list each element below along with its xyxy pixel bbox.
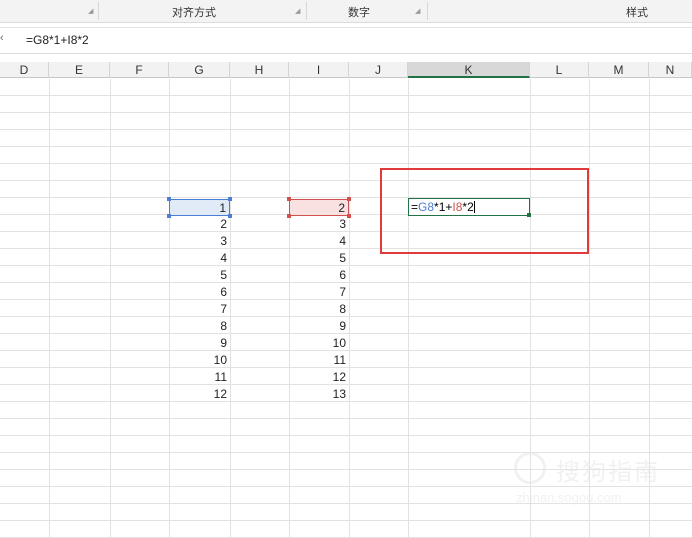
grid-line [0,435,692,436]
cell-g8[interactable]: 1 [169,199,230,216]
grid-line [0,520,692,521]
cell-i18[interactable]: 12 [289,369,349,386]
range-handle[interactable] [287,197,291,201]
sogou-logo-icon [514,452,546,484]
cell-g15[interactable]: 8 [169,318,230,335]
ribbon-group-number: 数字 [348,7,370,19]
ribbon-divider [98,2,99,20]
watermark-brand: 搜狗指南 [556,459,660,486]
cell-g12[interactable]: 5 [169,267,230,284]
grid-line [0,418,692,419]
formula-input[interactable]: =G8*1+I8*2 [26,33,89,47]
grid-line [0,163,692,164]
cell-g13[interactable]: 6 [169,284,230,301]
cell-i17[interactable]: 11 [289,352,349,369]
range-handle[interactable] [228,214,232,218]
column-header-f[interactable]: F [110,62,169,78]
cell-i9[interactable]: 3 [289,216,349,233]
range-handle[interactable] [287,214,291,218]
highlight-callout [380,168,589,254]
cell-i13[interactable]: 7 [289,284,349,301]
number-launcher-icon[interactable]: ◢ [415,8,420,15]
cell-i14[interactable]: 8 [289,301,349,318]
alignment-launcher-icon[interactable]: ◢ [295,8,300,15]
cell-i19[interactable]: 13 [289,386,349,403]
range-handle[interactable] [347,197,351,201]
cell-i15[interactable]: 9 [289,318,349,335]
column-header-l[interactable]: L [530,62,589,78]
watermark-url: zhinan.sogou.com [516,490,622,505]
cell-i8[interactable]: 2 [289,199,349,216]
name-box-dropdown-icon[interactable]: ‹ [0,32,4,44]
grid-line [0,95,692,96]
cell-g19[interactable]: 12 [169,386,230,403]
grid-line [0,129,692,130]
ribbon-bar: ◢ 对齐方式 ◢ 数字 ◢ 样式 [0,0,692,23]
range-handle[interactable] [167,214,171,218]
ribbon-divider [427,2,428,20]
column-header-k[interactable]: K [408,62,530,78]
cell-g9[interactable]: 2 [169,216,230,233]
cell-g10[interactable]: 3 [169,233,230,250]
range-handle[interactable] [167,197,171,201]
ribbon-divider [306,2,307,20]
column-header-i[interactable]: I [289,62,349,78]
column-header-h[interactable]: H [230,62,289,78]
cell-i11[interactable]: 5 [289,250,349,267]
cell-i12[interactable]: 6 [289,267,349,284]
column-header-m[interactable]: M [589,62,649,78]
column-header-j[interactable]: J [349,62,408,78]
cell-g18[interactable]: 11 [169,369,230,386]
watermark: 搜狗指南 zhinan.sogou.com [512,448,682,518]
cell-i10[interactable]: 4 [289,233,349,250]
ribbon-group-alignment: 对齐方式 [172,7,216,19]
cell-i16[interactable]: 10 [289,335,349,352]
cell-g11[interactable]: 4 [169,250,230,267]
column-header-n[interactable]: N [649,62,692,78]
cell-g17[interactable]: 10 [169,352,230,369]
column-header-g[interactable]: G [169,62,230,78]
column-header-d[interactable]: D [0,62,49,78]
cell-g16[interactable]: 9 [169,335,230,352]
grid-line [0,112,692,113]
column-header-e[interactable]: E [49,62,110,78]
grid-line [0,146,692,147]
formula-bar: ‹ =G8*1+I8*2 [0,27,692,54]
group-launcher-icon[interactable]: ◢ [88,8,93,15]
cell-g14[interactable]: 7 [169,301,230,318]
ribbon-group-styles: 样式 [626,7,648,19]
range-handle[interactable] [347,214,351,218]
range-handle[interactable] [228,197,232,201]
